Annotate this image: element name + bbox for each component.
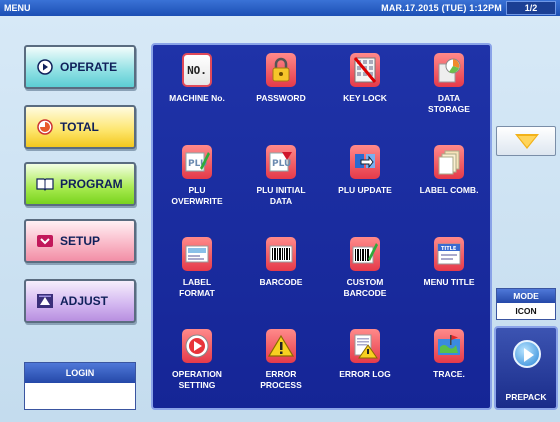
item-label: CUSTOM xyxy=(346,277,384,287)
total-button[interactable]: TOTAL xyxy=(24,105,136,149)
operate-label: OPERATE xyxy=(60,60,118,74)
scale-adjust-icon xyxy=(37,294,53,308)
plu-overwrite-item[interactable]: PLU PLU OVERWRITE xyxy=(156,137,238,219)
plu-initial-data-icon: PLU xyxy=(266,145,296,179)
setup-button[interactable]: SETUP xyxy=(24,219,136,263)
barcode-icon xyxy=(266,237,296,271)
operation-setting-icon xyxy=(182,329,212,363)
item-label-line2: OVERWRITE xyxy=(171,196,223,206)
item-label: PLU INITIAL xyxy=(256,185,306,195)
plu-initial-data-item[interactable]: PLU PLU INITIAL DATA xyxy=(240,137,322,219)
menu-title-item[interactable]: TITLE MENU TITLE xyxy=(408,229,490,311)
error-log-item[interactable]: ERROR LOG xyxy=(324,321,406,403)
machine-number-icon: NO. xyxy=(182,53,212,87)
setup-label: SETUP xyxy=(60,234,101,248)
item-label: PLU UPDATE xyxy=(338,185,392,195)
menu-title-icon: TITLE xyxy=(434,237,464,271)
item-label-line2: PROCESS xyxy=(260,380,302,390)
screen-title: MENU xyxy=(4,3,31,13)
password-item[interactable]: PASSWORD xyxy=(240,45,322,127)
mode-value: ICON xyxy=(497,303,555,319)
mode-box[interactable]: MODE ICON xyxy=(496,288,556,320)
item-label: LABEL xyxy=(182,277,212,287)
plu-overwrite-icon: PLU xyxy=(182,145,212,179)
item-label: OPERATION xyxy=(172,369,222,379)
barcode-item[interactable]: BARCODE xyxy=(240,229,322,311)
item-label-line2: SETTING xyxy=(178,380,216,390)
adjust-button[interactable]: ADJUST xyxy=(24,279,136,323)
book-icon xyxy=(36,178,54,191)
item-label: LABEL COMB. xyxy=(419,185,479,195)
item-label-line2: DATA xyxy=(269,196,293,206)
play-circle-icon xyxy=(37,59,53,75)
operate-button[interactable]: OPERATE xyxy=(24,45,136,89)
prepack-label: PREPACK xyxy=(505,392,547,402)
svg-text:TITLE: TITLE xyxy=(441,246,457,252)
date-time: MAR.17.2015 (TUE) 1:12PM xyxy=(381,3,502,13)
custom-barcode-item[interactable]: CUSTOM BARCODE xyxy=(324,229,406,311)
top-bar: MENU MAR.17.2015 (TUE) 1:12PM 1/2 xyxy=(0,0,560,16)
trace-item[interactable]: TRACE. xyxy=(408,321,490,403)
operation-setting-item[interactable]: OPERATION SETTING xyxy=(156,321,238,403)
label-format-item[interactable]: LABEL FORMAT xyxy=(156,229,238,311)
login-field[interactable] xyxy=(25,383,135,409)
total-label: TOTAL xyxy=(60,120,99,134)
item-label: ERROR xyxy=(265,369,297,379)
adjust-label: ADJUST xyxy=(60,294,109,308)
page-indicator: 1/2 xyxy=(506,1,556,15)
data-storage-item[interactable]: DATA STORAGE xyxy=(408,45,490,127)
setup-icon xyxy=(37,235,53,247)
key-lock-item[interactable]: KEY LOCK xyxy=(324,45,406,127)
play-circle-icon xyxy=(513,340,541,368)
prepack-button[interactable]: PREPACK xyxy=(494,326,558,410)
key-lock-icon xyxy=(350,53,380,87)
page-down-button[interactable] xyxy=(496,126,556,156)
program-button[interactable]: PROGRAM xyxy=(24,162,136,206)
plu-update-item[interactable]: PLU UPDATE xyxy=(324,137,406,219)
item-label-line2: FORMAT xyxy=(179,288,215,298)
label-comb-item[interactable]: LABEL COMB. xyxy=(408,137,490,219)
program-label: PROGRAM xyxy=(60,177,123,191)
login-label: LOGIN xyxy=(25,363,135,383)
mode-label: MODE xyxy=(497,289,555,303)
item-label: DATA xyxy=(437,93,461,103)
clock-icon xyxy=(37,119,53,135)
item-label: ERROR LOG xyxy=(339,369,391,379)
label-format-icon xyxy=(182,237,212,271)
trace-map-icon xyxy=(434,329,464,363)
label-comb-icon xyxy=(434,145,464,179)
item-label: MACHINE No. xyxy=(169,93,225,103)
error-process-item[interactable]: ERROR PROCESS xyxy=(240,321,322,403)
machine-number-item[interactable]: NO. MACHINE No. xyxy=(156,45,238,127)
item-label: PASSWORD xyxy=(256,93,306,103)
item-label: TRACE. xyxy=(433,369,465,379)
custom-barcode-icon xyxy=(350,237,380,271)
error-log-icon xyxy=(350,329,380,363)
item-label-line2: BARCODE xyxy=(343,288,387,298)
warning-icon xyxy=(266,329,296,363)
plu-update-icon xyxy=(350,145,380,179)
data-storage-icon xyxy=(434,53,464,87)
padlock-icon xyxy=(266,53,296,87)
item-label: MENU TITLE xyxy=(423,277,475,287)
item-label: BARCODE xyxy=(259,277,303,287)
icon-panel: NO. MACHINE No. PASSWORD KEY LOCK DATA ST… xyxy=(151,43,492,410)
svg-text:PLU: PLU xyxy=(272,159,291,169)
item-label: KEY LOCK xyxy=(343,93,387,103)
login-box[interactable]: LOGIN xyxy=(24,362,136,410)
item-label-line2: STORAGE xyxy=(428,104,470,114)
item-label: PLU xyxy=(188,185,206,195)
